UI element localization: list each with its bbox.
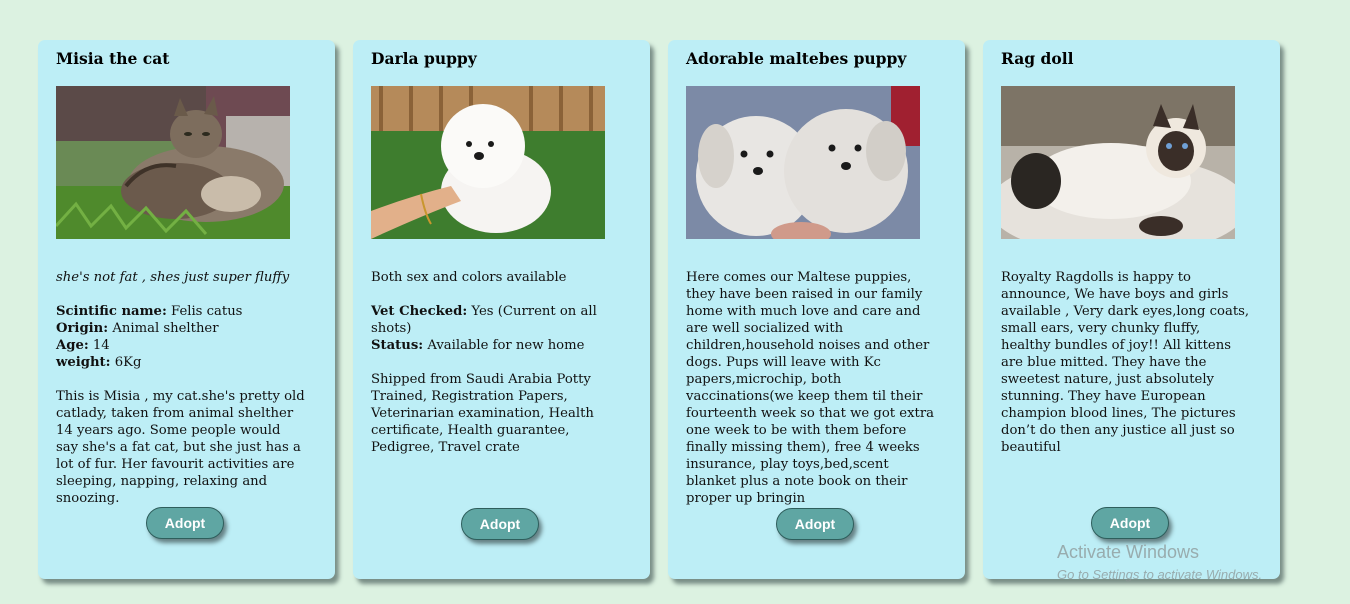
page: Misia the cat she's not fat , shes just …: [0, 0, 1350, 604]
watermark-subtitle: Go to Settings to activate Windows.: [1057, 567, 1263, 582]
field-label: weight:: [56, 355, 111, 370]
adopt-button[interactable]: Adopt: [146, 507, 224, 539]
field-label: Scintific name:: [56, 304, 167, 319]
watermark-title: Activate Windows: [1057, 542, 1200, 562]
field-label: Age:: [56, 338, 89, 353]
maltese-puppies-photo: [686, 86, 920, 239]
adopt-button[interactable]: Adopt: [776, 508, 854, 540]
card-body: Royalty Ragdolls is happy to announce, W…: [1001, 269, 1251, 473]
pet-card-maltese: Adorable maltebes puppy Here comes our M…: [668, 40, 965, 579]
ragdoll-cat-photo: [1001, 86, 1235, 239]
field-label: Origin:: [56, 321, 109, 336]
description: This is Misia , my cat.she's pretty old …: [56, 389, 305, 506]
description: Here comes our Maltese puppies, they hav…: [686, 270, 934, 506]
card-body: Here comes our Maltese puppies, they hav…: [686, 269, 936, 524]
field-label: Status:: [371, 338, 424, 353]
pet-card-ragdoll: Rag doll Royalty Ragdolls is happy to an…: [983, 40, 1280, 579]
card-body: she's not fat , shes just super fluffy S…: [56, 269, 306, 524]
description: Shipped from Saudi Arabia Potty Trained,…: [371, 372, 594, 455]
description: Royalty Ragdolls is happy to announce, W…: [1001, 270, 1250, 455]
card-title: Rag doll: [1001, 49, 1074, 68]
field-value: Felis catus: [171, 304, 243, 319]
card-title: Adorable maltebes puppy: [686, 49, 907, 68]
tagline: Both sex and colors available: [371, 270, 567, 285]
card-title: Darla puppy: [371, 49, 477, 68]
adopt-button[interactable]: Adopt: [461, 508, 539, 540]
details: Vet Checked: Yes (Current on all shots) …: [371, 303, 621, 354]
adopt-button[interactable]: Adopt: [1091, 507, 1169, 539]
details: Scintific name: Felis catus Origin: Anim…: [56, 303, 306, 371]
field-label: Vet Checked:: [371, 304, 468, 319]
card-body: Both sex and colors available Vet Checke…: [371, 269, 621, 473]
card-title: Misia the cat: [56, 49, 170, 68]
pet-card-misia: Misia the cat she's not fat , shes just …: [38, 40, 335, 579]
activate-windows-watermark: Activate Windows Go to Settings to activ…: [1057, 542, 1262, 582]
field-value: Available for new home: [427, 338, 585, 353]
field-value: Animal shelther: [112, 321, 219, 336]
tabby-cat-photo: [56, 86, 290, 239]
white-puppy-photo: [371, 86, 605, 239]
tagline: she's not fat , shes just super fluffy: [56, 270, 290, 285]
field-value: 6Kg: [114, 355, 142, 370]
field-value: 14: [92, 338, 110, 353]
pet-card-darla: Darla puppy Both sex and colors availabl…: [353, 40, 650, 579]
